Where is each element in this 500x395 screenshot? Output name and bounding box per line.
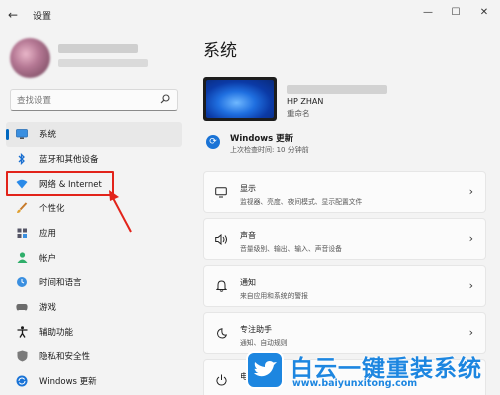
sidebar-item-label: 网络 & Internet — [39, 179, 102, 190]
settings-card-display[interactable]: 显示 监视器、亮度、夜间模式、显示配置文件 › — [203, 171, 486, 213]
sidebar-item-personalization[interactable]: 个性化 — [6, 196, 182, 221]
sidebar-item-label: 蓝牙和其他设备 — [39, 154, 99, 165]
rename-link[interactable]: 重命名 — [287, 108, 310, 119]
card-subtitle: 音量级别、输出、输入、声音设备 — [240, 245, 342, 253]
chevron-right-icon: › — [468, 326, 473, 339]
sidebar-item-windows-update[interactable]: Windows 更新 — [6, 369, 182, 394]
globe-clock-icon — [16, 276, 28, 288]
power-icon — [214, 373, 228, 387]
search-input[interactable] — [17, 93, 157, 108]
sidebar-item-label: 时间和语言 — [39, 278, 82, 289]
sidebar-item-gaming[interactable]: 游戏 — [6, 295, 182, 320]
active-indicator — [6, 129, 9, 140]
speaker-icon — [214, 232, 228, 246]
card-title: 通知 — [240, 278, 256, 287]
apps-icon — [16, 227, 28, 239]
device-name: HP ZHAN — [287, 97, 324, 106]
wallpaper-image — [206, 80, 274, 118]
device-owner-redacted — [287, 85, 387, 94]
sidebar-item-label: Windows 更新 — [39, 377, 97, 388]
card-title: 声音 — [240, 231, 256, 240]
avatar[interactable] — [10, 38, 50, 78]
sidebar-item-accounts[interactable]: 帐户 — [6, 245, 182, 270]
minimize-button[interactable]: — — [418, 5, 438, 21]
device-thumbnail — [203, 77, 277, 121]
sidebar-item-network[interactable]: 网络 & Internet — [6, 171, 114, 196]
sidebar-item-label: 应用 — [39, 229, 57, 240]
card-subtitle: 来自应用和系统的警报 — [240, 292, 308, 300]
title-bar: ← 设置 — ☐ ✕ — [0, 0, 500, 30]
search-icon[interactable] — [160, 94, 170, 107]
back-arrow-icon[interactable]: ← — [8, 7, 24, 23]
sidebar-nav: 系统 蓝牙和其他设备 网络 & Internet 个性化 应用 帐户 时间和语言… — [6, 122, 182, 394]
sidebar-item-label: 个性化 — [39, 204, 65, 215]
sidebar-item-label: 隐私和安全性 — [39, 352, 91, 363]
shield-icon — [16, 350, 28, 362]
bluetooth-icon — [16, 152, 28, 165]
brush-icon — [16, 202, 28, 214]
watermark-url: www.baiyunxitong.com — [292, 378, 418, 389]
chevron-right-icon: › — [468, 279, 473, 292]
sidebar-item-system[interactable]: 系统 — [6, 122, 182, 147]
sidebar-item-label: 帐户 — [39, 253, 57, 264]
card-subtitle: 监视器、亮度、夜间模式、显示配置文件 — [240, 198, 363, 206]
sidebar-item-bluetooth[interactable]: 蓝牙和其他设备 — [6, 147, 182, 172]
search-box[interactable] — [10, 89, 178, 111]
close-button[interactable]: ✕ — [474, 5, 494, 21]
update-subtitle: 上次检查时间: 10 分钟前 — [230, 146, 309, 154]
sidebar-item-label: 系统 — [39, 130, 57, 141]
update-icon[interactable]: ⟳ — [206, 135, 220, 149]
sidebar-item-privacy[interactable]: 隐私和安全性 — [6, 344, 182, 369]
update-title[interactable]: Windows 更新 — [230, 132, 293, 144]
window-title: 设置 — [33, 12, 52, 22]
sidebar-item-apps[interactable]: 应用 — [6, 221, 182, 246]
bird-logo-icon — [246, 351, 284, 389]
chevron-right-icon: › — [468, 185, 473, 198]
chevron-right-icon: › — [468, 232, 473, 245]
moon-icon — [214, 326, 228, 340]
watermark: 白云一键重装系统 www.baiyunxitong.com — [246, 345, 500, 395]
card-title: 专注助手 — [240, 325, 272, 334]
monitor-icon — [16, 128, 28, 140]
bell-icon — [214, 279, 228, 293]
gamepad-icon — [16, 301, 28, 313]
profile-email-redacted — [58, 59, 148, 67]
maximize-button[interactable]: ☐ — [446, 5, 466, 21]
person-icon — [16, 252, 28, 264]
sidebar-item-label: 辅助功能 — [39, 327, 74, 338]
sidebar-item-label: 游戏 — [39, 303, 57, 314]
update-icon — [16, 375, 28, 387]
accessibility-icon — [16, 326, 28, 338]
settings-card-notifications[interactable]: 通知 来自应用和系统的警报 › — [203, 265, 486, 307]
page-title: 系统 — [203, 41, 237, 61]
sidebar-item-time-language[interactable]: 时间和语言 — [6, 270, 182, 295]
annotation-arrow — [109, 190, 132, 233]
sidebar-item-accessibility[interactable]: 辅助功能 — [6, 320, 182, 345]
display-icon — [214, 185, 228, 199]
wifi-icon — [16, 178, 28, 190]
card-title: 显示 — [240, 184, 256, 193]
settings-card-sound[interactable]: 声音 音量级别、输出、输入、声音设备 › — [203, 218, 486, 260]
profile-name-redacted — [58, 44, 138, 53]
